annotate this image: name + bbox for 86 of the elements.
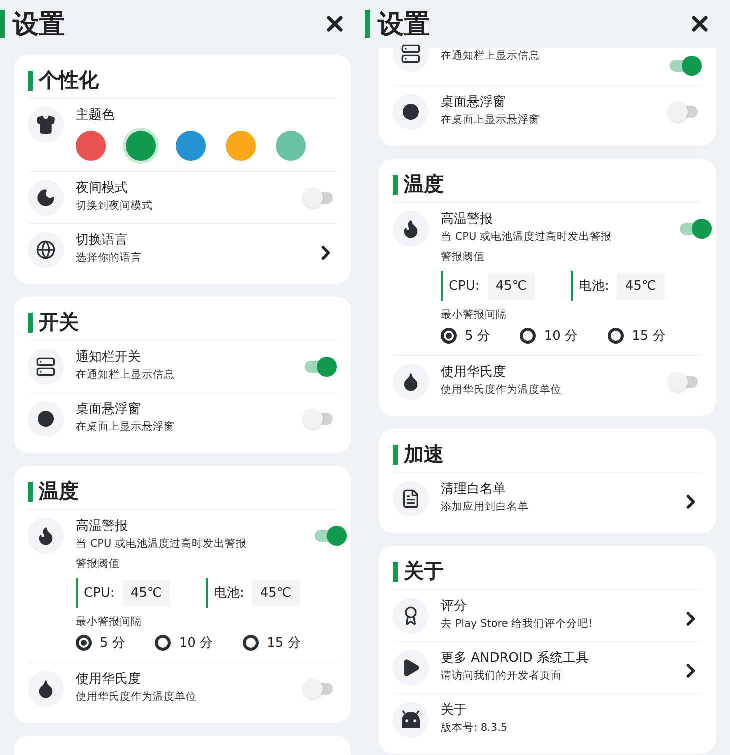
temperature-field[interactable]: 45℃: [488, 272, 535, 300]
radio-icon[interactable]: [155, 635, 172, 651]
accent-bar: [28, 70, 33, 90]
section-title: 温度: [39, 478, 79, 505]
toggle-switch[interactable]: [303, 357, 337, 377]
field-label: 电池:: [578, 278, 610, 295]
radio-icon[interactable]: [608, 328, 624, 344]
setting-title: 更多 ANDROID 系统工具: [441, 650, 590, 668]
field-label: 电池:: [214, 585, 244, 602]
color-swatch[interactable]: [126, 131, 156, 161]
setting-description: 选择你的语言: [76, 251, 143, 266]
setting-title: 桌面悬浮窗: [441, 94, 507, 112]
radio-icon[interactable]: [76, 635, 92, 651]
radio-icon[interactable]: [441, 328, 457, 344]
section-title: 关于: [404, 558, 444, 585]
interval-label: 最小警报间隔: [441, 308, 508, 323]
moon-icon: [36, 188, 56, 208]
accent-bar: [393, 444, 398, 464]
server-icon: [36, 357, 56, 377]
temperature-field[interactable]: 45℃: [252, 580, 300, 606]
setting-description: 请访问我们的开发者页面: [441, 669, 563, 684]
setting-description: 当 CPU 或电池温度过高时发出警报: [76, 537, 248, 552]
server-icon: [401, 44, 421, 64]
accent-bar: [365, 10, 370, 38]
setting-description: 在通知栏上显示信息: [76, 368, 176, 383]
setting-title: 高温警报: [76, 518, 129, 536]
setting-description: 切换到夜间模式: [76, 199, 154, 214]
color-swatch[interactable]: [276, 131, 306, 161]
toggle-switch[interactable]: [678, 219, 712, 239]
field-label: CPU:: [449, 278, 480, 294]
color-swatch[interactable]: [176, 131, 206, 161]
accent-bar: [393, 174, 398, 194]
setting-description: 版本号: 8.3.5: [441, 721, 509, 736]
temperature-field[interactable]: 45℃: [617, 272, 665, 300]
setting-description: 使用华氏度作为温度单位: [76, 690, 198, 705]
threshold-label: 警报阈值: [441, 250, 486, 265]
setting-title: 清理白名单: [441, 481, 507, 499]
setting-description: 在通知栏上显示信息: [441, 49, 541, 64]
setting-title: 切换语言: [76, 232, 129, 250]
accent-bar: [0, 10, 5, 38]
setting-title: 关于: [441, 702, 468, 720]
section-title: 开关: [39, 309, 79, 336]
interval-option[interactable]: 15 分: [243, 634, 301, 652]
section-title: 温度: [404, 171, 444, 198]
setting-description: 去 Play Store 给我们评个分吧!: [441, 617, 594, 632]
setting-description: 当 CPU 或电池温度过高时发出警报: [441, 230, 614, 245]
dot-icon: [402, 103, 420, 121]
interval-option[interactable]: 5 分: [441, 327, 490, 345]
dot-icon: [37, 410, 55, 428]
accent-bar: [393, 562, 398, 582]
color-swatch[interactable]: [226, 131, 256, 161]
interval-label: 最小警报间隔: [76, 615, 143, 630]
setting-description: 在桌面上显示悬浮窗: [441, 113, 541, 128]
color-swatch[interactable]: [76, 131, 106, 161]
shirt-icon: [36, 115, 56, 135]
radio-icon[interactable]: [520, 328, 536, 344]
setting-description: 在桌面上显示悬浮窗: [76, 420, 176, 435]
setting-description: 使用华氏度作为温度单位: [441, 383, 563, 398]
radio-icon[interactable]: [243, 635, 260, 651]
interval-option[interactable]: 15 分: [608, 327, 666, 345]
setting-description: 添加应用到白名单: [441, 500, 530, 515]
interval-option[interactable]: 5 分: [76, 634, 126, 652]
toggle-switch[interactable]: [312, 526, 347, 546]
setting-title: 高温警报: [441, 211, 494, 229]
accent-bar: [28, 312, 33, 332]
toggle-switch[interactable]: [668, 56, 702, 76]
setting-title: 夜间模式: [76, 180, 129, 198]
interval-option[interactable]: 10 分: [520, 327, 578, 345]
section-title: 加速: [404, 441, 444, 468]
setting-title: 桌面悬浮窗: [76, 401, 142, 419]
accent-bar: [28, 482, 33, 502]
setting-title: 通知栏开关: [76, 349, 142, 367]
setting-title: 评分: [441, 598, 468, 616]
android-icon: [400, 710, 422, 730]
page-title: 设置: [13, 8, 65, 42]
document-icon: [401, 489, 421, 509]
setting-title: 主题色: [76, 107, 116, 125]
setting-title: 使用华氏度: [441, 364, 507, 382]
threshold-label: 警报阈值: [76, 557, 121, 572]
globe-icon: [36, 240, 56, 260]
setting-title: 使用华氏度: [76, 671, 142, 689]
field-label: CPU:: [84, 586, 115, 600]
interval-option[interactable]: 10 分: [155, 634, 214, 652]
temperature-field[interactable]: 45℃: [122, 580, 170, 606]
page-title: 设置: [378, 8, 430, 42]
section-title: 个性化: [39, 67, 99, 94]
